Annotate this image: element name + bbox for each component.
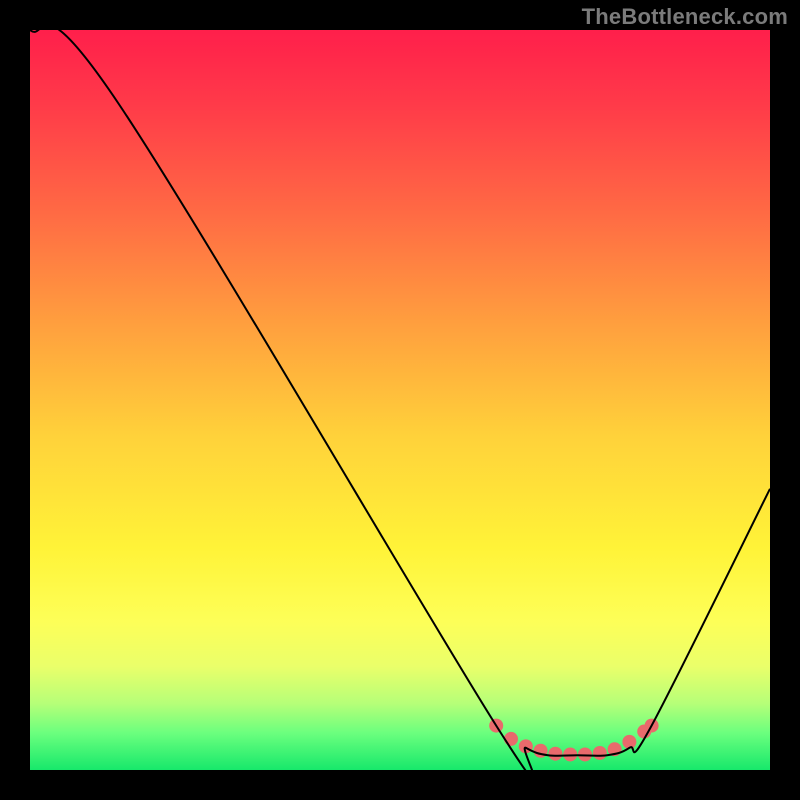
marker-dot <box>548 747 562 761</box>
chart-frame: TheBottleneck.com <box>0 0 800 800</box>
watermark-label: TheBottleneck.com <box>582 4 788 30</box>
bottleneck-plot <box>30 30 770 770</box>
marker-dot <box>593 746 607 760</box>
marker-dot <box>504 732 518 746</box>
plot-background <box>30 30 770 770</box>
